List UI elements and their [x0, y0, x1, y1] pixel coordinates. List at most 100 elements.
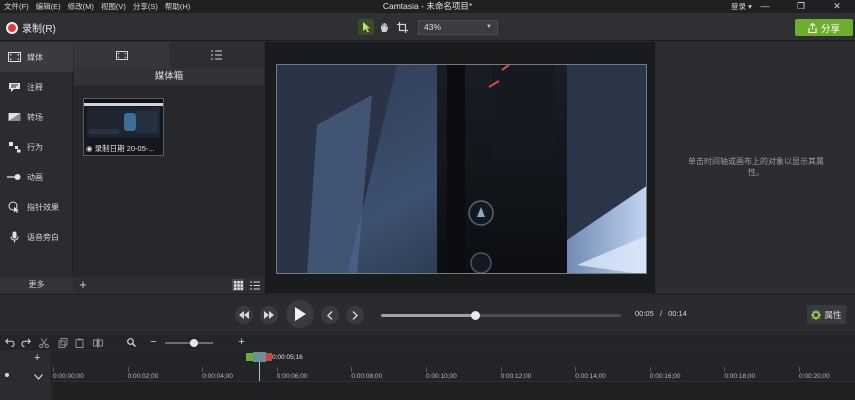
hand-icon	[380, 22, 388, 32]
list-icon	[211, 50, 222, 60]
add-track-button[interactable]: +	[34, 353, 40, 364]
transition-icon	[7, 111, 21, 123]
redo-button[interactable]	[20, 337, 31, 348]
track-indicator-icon	[5, 373, 9, 377]
canvas-area[interactable]	[265, 42, 655, 293]
canvas-tools	[358, 19, 410, 35]
crop-tool-button[interactable]	[394, 19, 410, 35]
maximize-button[interactable]: ❐	[783, 0, 819, 13]
pointer-icon	[362, 21, 370, 32]
record-icon	[6, 21, 18, 34]
zoom-slider-handle[interactable]	[189, 339, 198, 347]
video-preview[interactable]	[276, 64, 647, 274]
rail-item-label: 语音旁白	[27, 232, 59, 242]
media-bin-panel: 媒体箱 ◉ 录制日期 20-05-... +	[74, 42, 264, 293]
play-icon	[295, 307, 306, 321]
previous-marker-button[interactable]	[321, 306, 339, 324]
timeline-ruler[interactable]: 0:00:05;16 0:00:00;00 0:00:02;00 0:00:04;0…	[53, 351, 855, 400]
chevron-down-icon: ▼	[486, 24, 492, 30]
film-icon	[115, 50, 128, 60]
list-icon	[250, 280, 260, 290]
rail-item-transitions[interactable]: 转场	[0, 102, 73, 132]
rail-item-voice-narration[interactable]: 语音旁白	[0, 222, 73, 252]
zoom-in-button[interactable]: +	[236, 337, 247, 348]
properties-button[interactable]: 属性	[807, 305, 846, 324]
zoom-timeline-button[interactable]	[126, 337, 137, 348]
app-title: Camtasia - 未命名项目*	[382, 1, 473, 11]
details-view-button[interactable]	[249, 279, 261, 291]
gear-icon	[811, 309, 822, 320]
copy-button[interactable]	[57, 337, 68, 348]
media-clip-thumbnail[interactable]: ◉ 录制日期 20-05-...	[83, 98, 164, 156]
scrubber-handle[interactable]	[470, 311, 480, 320]
ruler-tick-label: 0:00:18;00	[724, 373, 756, 380]
rail-item-label: 媒体	[27, 52, 43, 62]
rail-item-animations[interactable]: 动画	[0, 162, 73, 192]
ruler-tick-label: 0:00:12;00	[500, 373, 532, 380]
ruler-tick-mark	[724, 367, 726, 372]
playhead-handle[interactable]	[253, 352, 266, 362]
rail-item-label: 指针效果	[27, 202, 59, 212]
share-button[interactable]: 分享	[795, 19, 853, 36]
rail-item-label: 注释	[27, 82, 43, 92]
title-bar: 文件(F) 编辑(E) 修改(M) 视图(V) 分享(S) 帮助(H) Camt…	[0, 0, 855, 13]
ruler-tick-label: 0:00:00;00	[53, 373, 84, 380]
play-button[interactable]	[286, 300, 314, 328]
timeline-toolbar: − +	[0, 335, 855, 350]
next-marker-button[interactable]	[346, 306, 364, 324]
rail-item-cursor-effects[interactable]: 指针效果	[0, 192, 73, 222]
zoom-value: 43%	[424, 22, 442, 32]
add-media-button[interactable]: +	[76, 278, 90, 292]
collapse-tracks-button[interactable]	[34, 367, 43, 380]
minimize-button[interactable]: —	[747, 0, 783, 13]
tab-library[interactable]	[169, 42, 264, 68]
split-button[interactable]	[92, 337, 103, 348]
paste-button[interactable]	[74, 337, 85, 348]
step-forward-button[interactable]	[260, 306, 278, 324]
scrubber-progress	[381, 314, 475, 317]
properties-label: 属性	[824, 309, 842, 320]
thumbnail-view-button[interactable]	[232, 279, 244, 291]
rail-item-label: 行为	[27, 142, 43, 152]
ruler-tick-mark	[575, 367, 577, 372]
select-tool-button[interactable]	[358, 19, 374, 35]
rail-item-behaviors[interactable]: 行为	[0, 132, 73, 162]
animation-icon	[7, 171, 21, 183]
track-header: +	[0, 351, 52, 400]
zoom-out-button[interactable]: −	[148, 337, 159, 348]
voice-narration-icon	[7, 231, 21, 243]
cut-button[interactable]	[38, 337, 49, 348]
playback-bar: 00:05 / 00:14 属性	[0, 294, 855, 334]
rail-item-media[interactable]: 媒体	[0, 42, 73, 72]
more-button[interactable]: 更多	[0, 277, 73, 293]
chevron-right-icon	[352, 310, 358, 320]
rail-item-label: 转场	[27, 112, 43, 122]
timeline-zoom-slider[interactable]	[165, 339, 213, 347]
playback-scrubber[interactable]	[381, 311, 621, 320]
ruler-tick-label: 0:00:10;00	[426, 373, 457, 380]
ruler-tick-mark	[127, 367, 129, 372]
ruler-tick-mark	[426, 367, 427, 372]
record-button[interactable]: 录制(R)	[6, 20, 56, 35]
ruler-tick-mark	[351, 367, 353, 372]
undo-button[interactable]	[4, 337, 15, 348]
step-back-button[interactable]	[235, 306, 253, 324]
properties-panel: 单击时间轴或画布上的对象以显示其属性。	[656, 42, 855, 293]
copy-icon	[58, 337, 67, 348]
zoom-dropdown[interactable]: 43% ▼	[418, 20, 498, 35]
tab-media-bin[interactable]	[74, 42, 169, 68]
pan-tool-button[interactable]	[376, 19, 392, 35]
cursor-effect-icon	[7, 201, 21, 213]
rail-item-annotations[interactable]: 注释	[0, 72, 73, 102]
close-button[interactable]: ✕	[819, 0, 855, 13]
ruler-tick-mark	[649, 367, 651, 372]
ruler-tick-label: 0:00:14;00	[575, 373, 606, 380]
selection-in-handle[interactable]	[246, 353, 253, 361]
ruler-tick-label: 0:00:16;00	[649, 373, 681, 380]
timeline-tracks[interactable]	[53, 381, 855, 400]
grid-icon	[233, 280, 243, 290]
media-icon	[7, 51, 21, 63]
ruler-tick-label: 0:00:04;00	[202, 373, 233, 380]
ruler-tick-mark	[53, 367, 54, 372]
ruler-tick-label: 0:00:20;00	[799, 373, 830, 380]
